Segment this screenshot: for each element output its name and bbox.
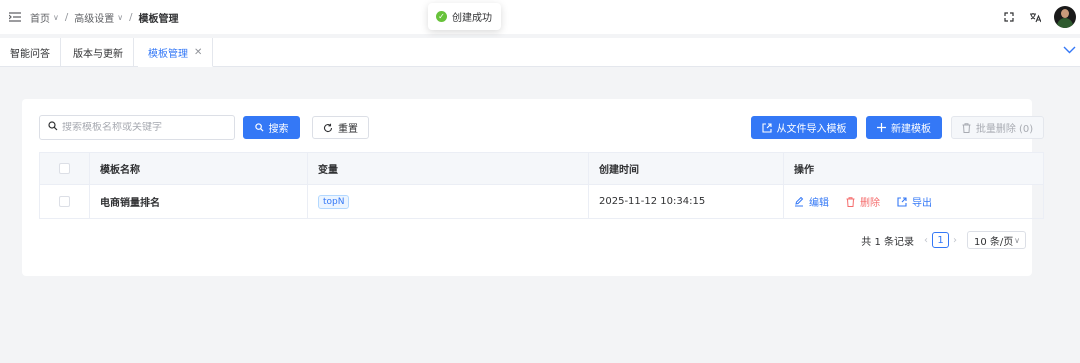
trash-icon: [846, 196, 855, 207]
select-all-checkbox[interactable]: [59, 163, 70, 174]
select-all-cell: [40, 153, 90, 184]
edit-icon: [795, 196, 804, 206]
column-header-actions: 操作: [794, 165, 814, 176]
created-at: 2025-11-12 10:34:15: [589, 185, 784, 218]
batch-delete-label: 批量删除 (0): [975, 124, 1034, 135]
pagination: 共 1 条记录 ‹ 1 › 10 条/页 ∨: [861, 231, 1026, 249]
table-row: 电商销量排名 topN 2025-11-12 10:34:15 编辑 删除 导出: [39, 185, 1044, 219]
tab-label: 智能问答: [10, 49, 50, 60]
breadcrumb-home[interactable]: 首页 ∨: [30, 10, 59, 25]
header-actions: [996, 0, 1080, 34]
breadcrumb: 首页 ∨ / 高级设置 ∨ / 模板管理: [30, 10, 178, 25]
tab-version-update[interactable]: 版本与更新: [63, 38, 134, 67]
breadcrumb-label: 首页: [30, 13, 50, 25]
search-icon: [254, 123, 264, 132]
check-circle-icon: ✓: [436, 11, 447, 22]
search-input[interactable]: [62, 122, 222, 133]
translate-icon[interactable]: [1022, 4, 1048, 30]
import-template-button[interactable]: 从文件导入模板: [751, 116, 857, 139]
top-header: 首页 ∨ / 高级设置 ∨ / 模板管理: [0, 0, 1080, 34]
export-button[interactable]: 导出: [897, 194, 932, 209]
pagination-total: 共 1 条记录: [861, 236, 914, 248]
chevron-down-icon: ∨: [53, 12, 59, 22]
batch-delete-button[interactable]: 批量删除 (0): [951, 116, 1044, 139]
tab-smart-qa[interactable]: 智能问答: [0, 38, 61, 67]
search-button-label: 搜索: [268, 124, 289, 135]
edit-label: 编辑: [809, 198, 829, 209]
row-checkbox[interactable]: [59, 196, 70, 207]
close-icon[interactable]: ✕: [194, 47, 202, 58]
breadcrumb-label: 高级设置: [74, 13, 115, 25]
import-icon: [761, 122, 772, 133]
actions-cell: 编辑 删除 导出: [784, 185, 1043, 218]
search-input-wrapper[interactable]: [39, 115, 235, 140]
breadcrumb-advanced-settings[interactable]: 高级设置 ∨: [74, 10, 123, 25]
search-button[interactable]: 搜索: [243, 116, 300, 139]
refresh-icon: [323, 123, 333, 133]
delete-label: 删除: [860, 198, 880, 209]
export-icon: [897, 196, 907, 207]
page-size-value: 10 条/页: [974, 236, 1014, 248]
trash-icon: [962, 122, 971, 133]
success-toast: ✓ 创建成功: [428, 3, 501, 30]
breadcrumb-separator: /: [129, 11, 133, 23]
edit-button[interactable]: 编辑: [794, 194, 829, 209]
import-button-label: 从文件导入模板: [776, 124, 847, 135]
search-icon: [48, 121, 58, 134]
template-name: 电商销量排名: [90, 185, 308, 218]
page-number-current[interactable]: 1: [932, 232, 949, 248]
chevron-left-icon[interactable]: ‹: [924, 235, 928, 246]
avatar[interactable]: [1054, 6, 1076, 28]
variable-tag: topN: [318, 194, 350, 209]
chevron-down-icon: ∨: [117, 12, 124, 22]
page-size-select[interactable]: 10 条/页 ∨: [967, 231, 1026, 249]
tab-template-management[interactable]: 模板管理 ✕: [138, 38, 214, 67]
template-card: 搜索 重置 从文件导入模板 新建模板 批量删除 (0) 模板名称 变量: [22, 99, 1044, 276]
reset-button-label: 重置: [338, 124, 358, 135]
tabs-bar: 智能问答 版本与更新 模板管理 ✕: [0, 38, 1080, 67]
column-header-created: 创建时间: [589, 153, 784, 184]
reset-button[interactable]: 重置: [312, 116, 369, 139]
breadcrumb-separator: /: [64, 11, 69, 23]
column-header-variables: 变量: [308, 153, 589, 184]
table-header: 模板名称 变量 创建时间 操作: [39, 152, 1044, 185]
toast-message: 创建成功: [452, 13, 492, 24]
delete-button[interactable]: 删除: [846, 194, 880, 209]
export-label: 导出: [912, 198, 932, 209]
variables-cell: topN: [308, 185, 589, 218]
menu-fold-icon[interactable]: [0, 0, 30, 34]
new-template-button[interactable]: 新建模板: [866, 116, 942, 139]
row-select-cell: [40, 185, 90, 218]
tab-label: 模板管理: [148, 48, 188, 60]
plus-icon: [877, 123, 886, 132]
chevron-right-icon[interactable]: ›: [953, 235, 957, 246]
new-button-label: 新建模板: [891, 124, 931, 135]
chevron-down-icon[interactable]: [1063, 44, 1076, 57]
template-table: 模板名称 变量 创建时间 操作 电商销量排名 topN 2025-11-12 1…: [39, 152, 1044, 219]
fullscreen-icon[interactable]: [996, 4, 1022, 30]
chevron-down-icon: ∨: [1014, 235, 1020, 245]
tab-label: 版本与更新: [73, 49, 123, 60]
column-header-name: 模板名称: [90, 153, 308, 184]
breadcrumb-current: 模板管理: [138, 13, 179, 25]
